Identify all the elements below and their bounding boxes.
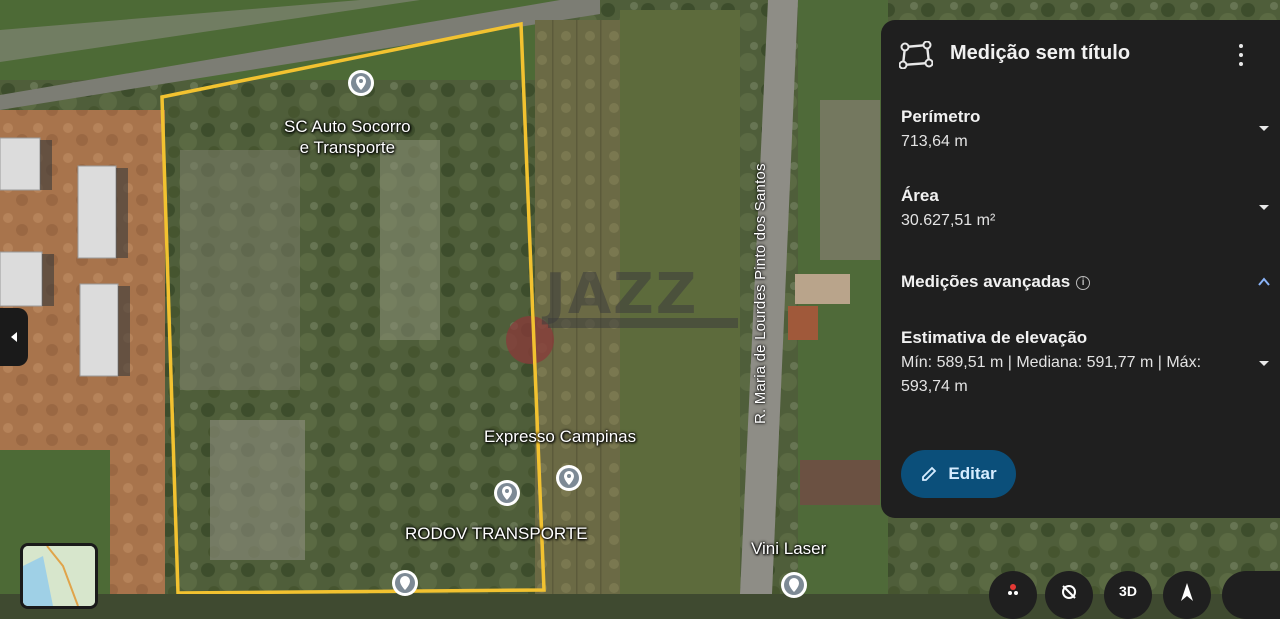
chevron-down-icon[interactable] bbox=[1257, 356, 1271, 370]
location-pin-icon[interactable] bbox=[554, 463, 584, 493]
edit-button[interactable]: Editar bbox=[901, 450, 1016, 498]
minimap[interactable] bbox=[20, 543, 98, 609]
location-pin-icon[interactable] bbox=[779, 570, 809, 600]
advanced-measurements-label[interactable]: Medições avançadas i bbox=[901, 272, 1091, 292]
more-options-icon[interactable] bbox=[1229, 42, 1253, 68]
layers-button[interactable] bbox=[1222, 571, 1280, 619]
rotate-view-button[interactable] bbox=[1045, 571, 1093, 619]
collapse-sidebar-button[interactable] bbox=[0, 308, 28, 366]
watermark-bar bbox=[548, 318, 738, 328]
area-label: Área bbox=[901, 186, 939, 205]
view-3d-button[interactable]: 3D bbox=[1104, 571, 1152, 619]
compass-button[interactable] bbox=[1163, 571, 1211, 619]
perimeter-value: 713,64 m bbox=[901, 133, 968, 150]
road-label: R. Maria de Lourdes Pinto dos Santos bbox=[752, 163, 769, 424]
info-icon[interactable]: i bbox=[1076, 276, 1091, 290]
pegman-button[interactable] bbox=[989, 571, 1037, 619]
place-label-sc-auto[interactable]: SC Auto Socorro e Transporte bbox=[284, 116, 411, 158]
rotate-icon bbox=[1062, 585, 1076, 599]
chevron-up-icon[interactable] bbox=[1257, 275, 1271, 289]
place-label-vini[interactable]: Vini Laser bbox=[751, 538, 826, 559]
location-pin-icon[interactable] bbox=[346, 68, 376, 98]
perimeter-label: Perímetro bbox=[901, 107, 981, 126]
person-icon bbox=[1008, 584, 1018, 595]
place-label-expresso[interactable]: Expresso Campinas bbox=[484, 426, 636, 447]
elevation-label: Estimativa de elevação bbox=[901, 328, 1088, 347]
chevron-left-icon bbox=[11, 332, 17, 342]
area-value: 30.627,51 m² bbox=[901, 212, 996, 229]
compass-icon bbox=[1181, 583, 1193, 601]
place-label-rodov[interactable]: RODOV TRANSPORTE bbox=[405, 523, 588, 544]
measurement-panel: Medição sem título Perímetro 713,64 m Ár… bbox=[881, 20, 1280, 518]
pencil-icon bbox=[922, 466, 937, 481]
elevation-values: Mín: 589,51 m | Mediana: 591,77 m | Máx:… bbox=[901, 354, 1202, 395]
location-pin-icon[interactable] bbox=[492, 478, 522, 508]
chevron-down-icon[interactable] bbox=[1257, 200, 1271, 214]
chevron-down-icon[interactable] bbox=[1257, 121, 1271, 135]
measurement-title[interactable]: Medição sem título bbox=[950, 42, 1130, 65]
panel-header bbox=[899, 40, 933, 70]
minimap-image bbox=[23, 546, 95, 606]
measure-polygon-icon bbox=[899, 41, 933, 69]
